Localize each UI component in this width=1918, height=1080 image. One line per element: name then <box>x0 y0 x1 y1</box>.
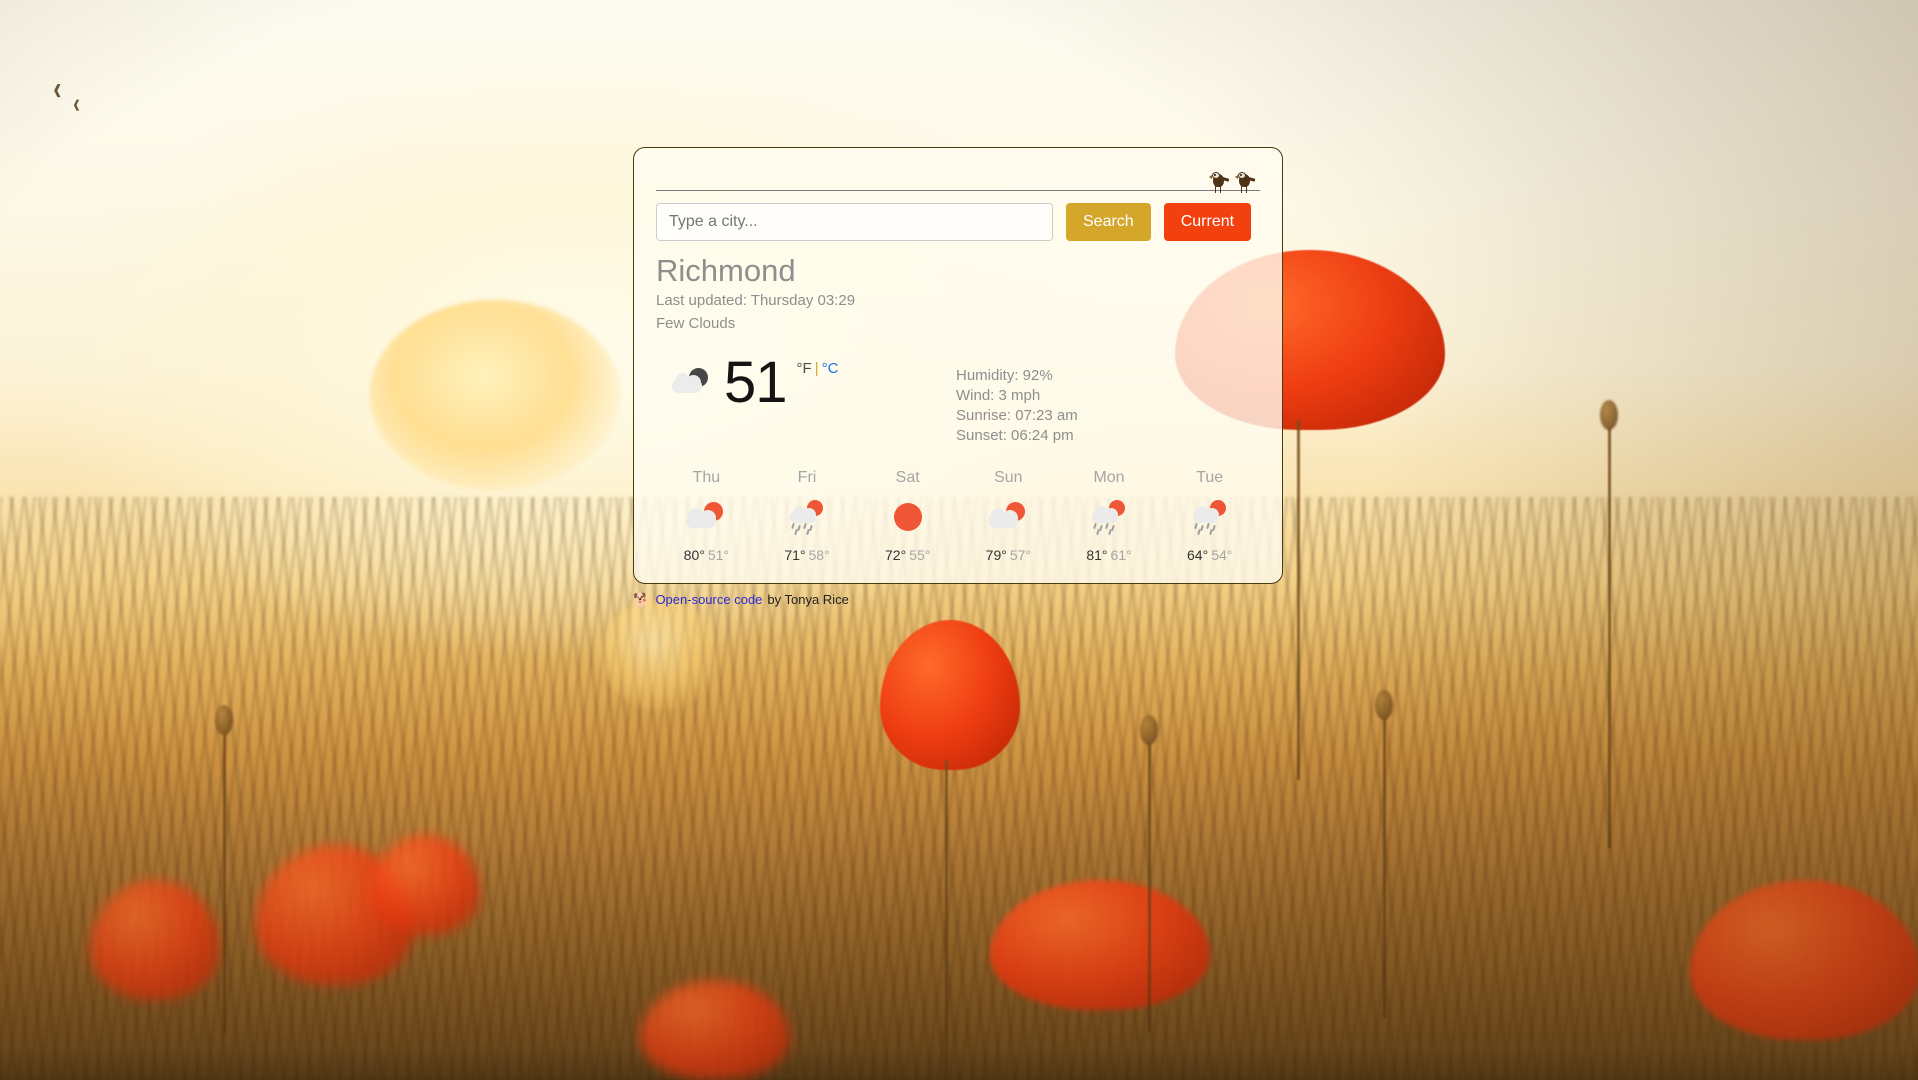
forecast-low: 54° <box>1211 547 1233 564</box>
footer-credit: 🐕 Open-source code by Tonya Rice <box>633 592 849 607</box>
forecast-high: 79° <box>985 547 1007 564</box>
bird-icon <box>1235 172 1256 194</box>
forecast-day-label: Sun <box>994 469 1023 487</box>
forecast-row: Thu 80° 51° Fri 71° 58° Sat 72° 55° Sun … <box>656 469 1260 563</box>
humidity: Humidity: 92% <box>956 366 1053 384</box>
forecast-day: Sun 79° 57° <box>958 469 1059 563</box>
two-birds-on-wire-icon <box>1209 172 1256 194</box>
bird-icon <box>1209 172 1230 194</box>
forecast-day-label: Thu <box>692 469 721 487</box>
forecast-high: 64° <box>1187 547 1209 564</box>
search-button[interactable]: Search <box>1066 203 1151 241</box>
sun-cloud-rain-icon <box>1189 500 1231 536</box>
forecast-low: 57° <box>1009 547 1032 564</box>
sun-cloud-rain-icon <box>1088 500 1130 536</box>
forecast-day-label: Sat <box>895 469 920 487</box>
open-source-code-link[interactable]: Open-source code <box>655 592 762 607</box>
unit-fahrenheit[interactable]: °F <box>797 360 812 377</box>
forecast-day: Fri 71° 58° <box>757 469 858 563</box>
sun-icon <box>887 500 929 534</box>
forecast-day-label: Mon <box>1093 469 1125 487</box>
forecast-low: 61° <box>1110 547 1132 564</box>
forecast-high: 72° <box>885 547 907 564</box>
forecast-low: 51° <box>707 547 729 564</box>
dog-emoji: 🐕 <box>633 591 651 608</box>
search-row: Search Current <box>656 203 1260 241</box>
sun-cloud-icon <box>987 500 1029 534</box>
sun-cloud-rain-icon <box>786 500 828 536</box>
forecast-day-label: Fri <box>797 469 817 487</box>
search-input[interactable] <box>656 203 1053 241</box>
forecast-high: 80° <box>683 547 705 564</box>
current-location-button[interactable]: Current <box>1163 203 1252 241</box>
forecast-day: Sat 72° 55° <box>857 469 958 563</box>
divider-area <box>656 148 1260 194</box>
forecast-high: 81° <box>1086 547 1108 564</box>
unit-toggle[interactable]: °F | °C <box>797 360 839 377</box>
wind: Wind: 3 mph <box>956 386 1041 404</box>
weather-details: Humidity: 92% Wind: 3 mph Sunrise: 07:23… <box>956 354 1078 446</box>
temperature-block: 51 °F | °C <box>656 349 956 415</box>
unit-separator: | <box>814 359 819 377</box>
current-temperature: 51 <box>724 349 788 415</box>
forecast-low: 58° <box>808 547 830 564</box>
forecast-day: Thu 80° 51° <box>656 469 757 563</box>
forecast-day-label: Tue <box>1196 469 1224 487</box>
sunset: Sunset: 06:24 pm <box>956 426 1074 444</box>
weather-condition: Few Clouds <box>656 314 736 332</box>
current-conditions: 51 °F | °C Humidity: 92% Wind: 3 mph Sunri… <box>656 349 1260 446</box>
forecast-high: 71° <box>784 547 806 564</box>
forecast-low: 55° <box>909 547 931 564</box>
forecast-day: Tue 64° 54° <box>1159 469 1260 563</box>
last-updated: Last updated: Thursday 03:29 <box>656 292 856 310</box>
unit-celsius[interactable]: °C <box>822 360 839 377</box>
footer-byline: by Tonya Rice <box>767 592 849 607</box>
weather-widget-card: Search Current Richmond Last updated: Th… <box>633 147 1283 584</box>
sunrise: Sunrise: 07:23 am <box>956 406 1078 424</box>
city-name: Richmond <box>656 253 796 288</box>
header-divider <box>656 190 1260 191</box>
cloud-moon-icon <box>672 366 714 400</box>
forecast-day: Mon 81° 61° <box>1059 469 1160 563</box>
sun-cloud-icon <box>685 500 727 534</box>
